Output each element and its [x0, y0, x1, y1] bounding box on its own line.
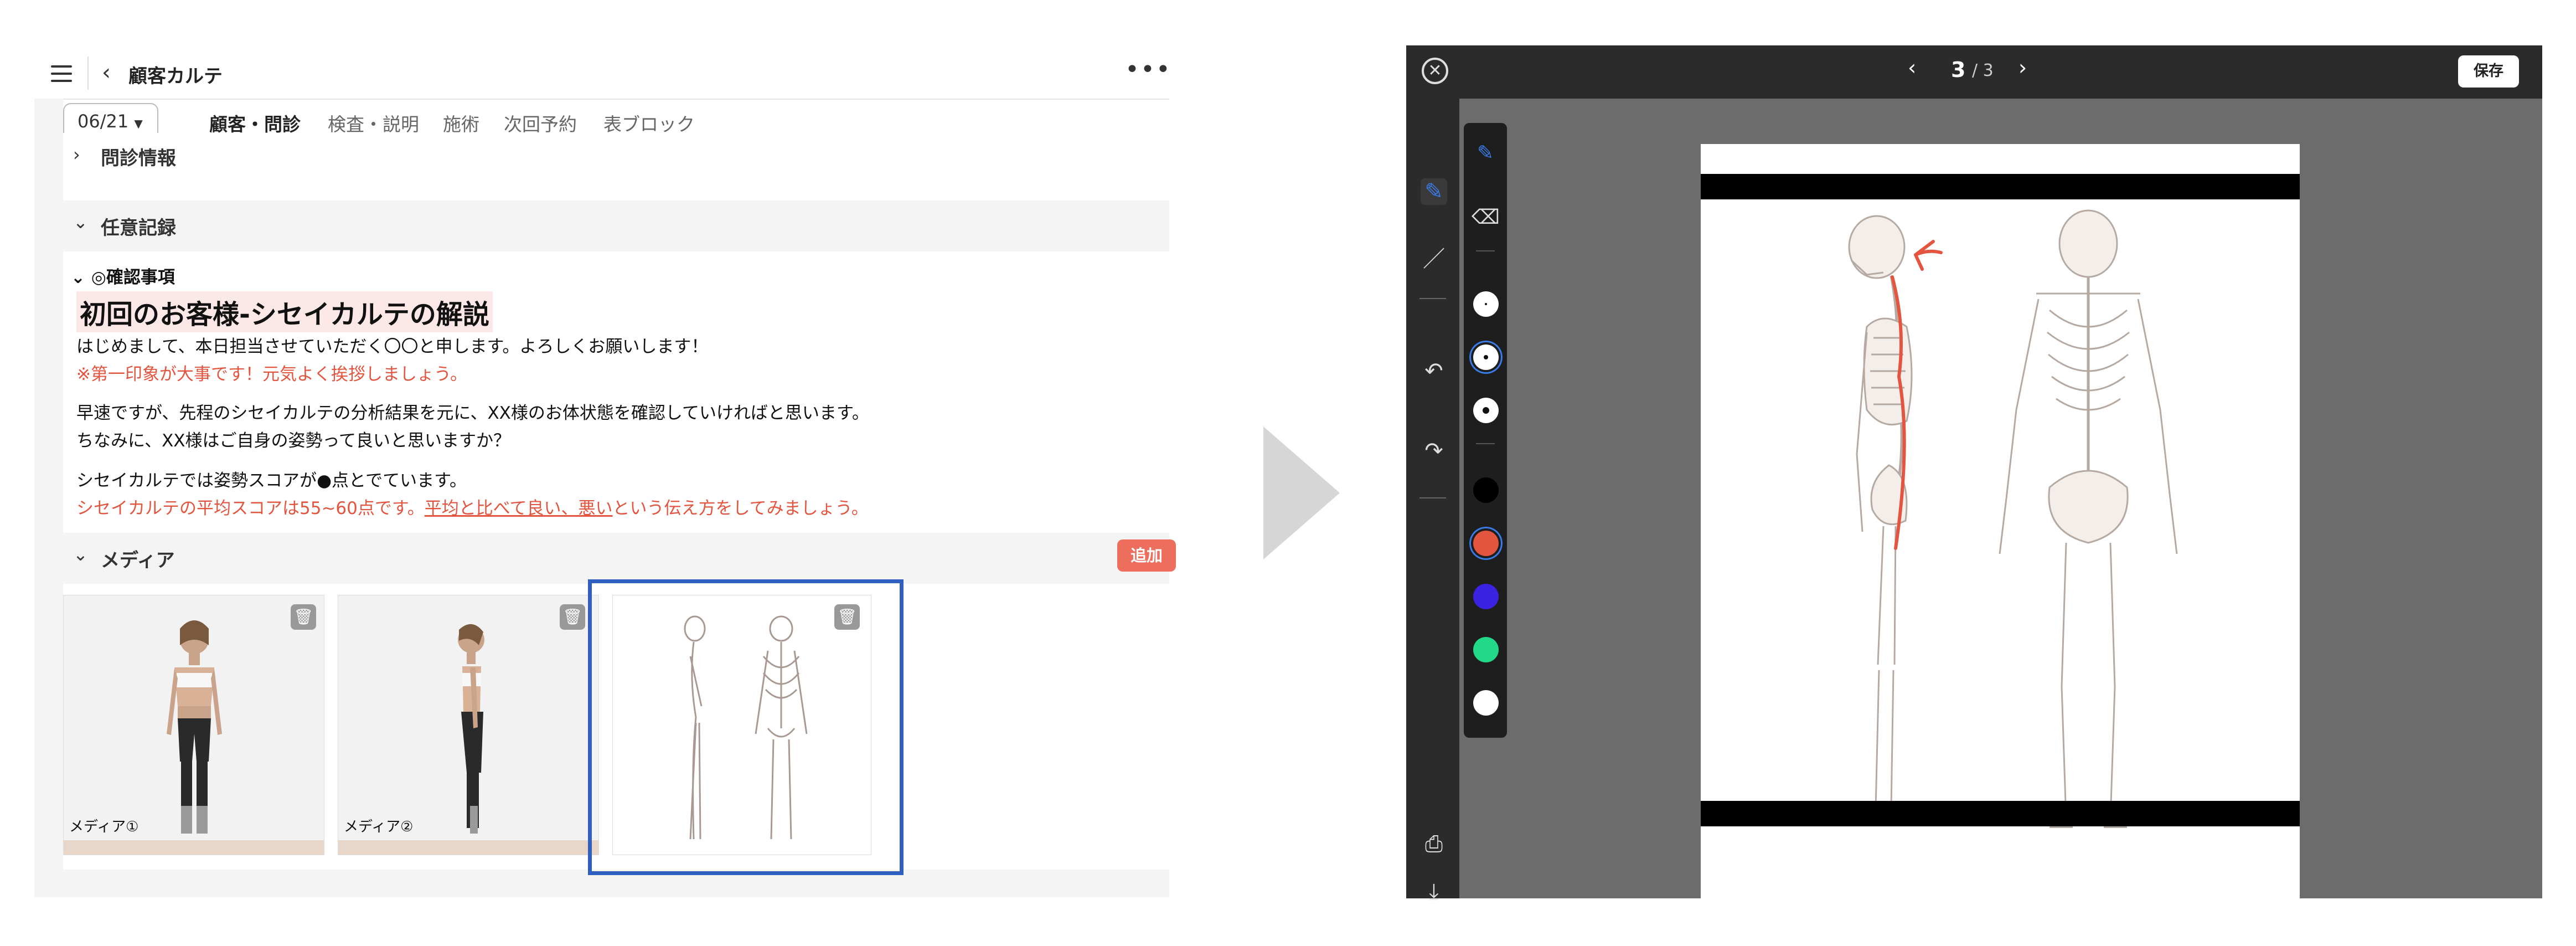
customer-chart-screen: ‹ 顧客カルテ ••• 06/21 ▼ 顧客・問診 検査・説明 施術 次回予約 … — [34, 50, 1176, 897]
floor-strip — [338, 840, 598, 855]
media-thumb-1[interactable]: 🗑 メディア① — [63, 595, 324, 855]
media-label-2: メディア② — [344, 819, 414, 835]
transition-arrow-icon — [1263, 426, 1340, 559]
script-line-3: 早速ですが、先程のシセイカルテの分析結果を元に、XX様のお体状態を確認していけれ… — [76, 403, 869, 423]
tab-treatment[interactable]: 施術 — [443, 110, 479, 136]
media-label-1: メディア① — [69, 819, 139, 835]
script-line-2: ※第一印象が大事です！元気よく挨拶しましょう。 — [76, 364, 468, 384]
trash-icon[interactable]: 🗑 — [560, 604, 585, 630]
trash-icon[interactable]: 🗑 — [291, 604, 316, 630]
chevron-down-icon: ⌄ — [71, 268, 91, 287]
script-line-5: シセイカルテでは姿勢スコアが●点とでています。 — [76, 471, 467, 491]
pen-tool-icon[interactable]: ✎ — [1421, 178, 1447, 205]
more-icon[interactable]: ••• — [1125, 55, 1171, 84]
chevron-down-icon: ⌄ — [73, 212, 88, 233]
eraser-icon[interactable]: ⌫ — [1472, 204, 1500, 232]
color-blue[interactable] — [1473, 584, 1499, 609]
chevron-left-icon[interactable]: ‹ — [102, 60, 111, 85]
color-green[interactable] — [1473, 637, 1499, 662]
redo-icon[interactable]: ↷ — [1421, 438, 1447, 464]
next-page-icon[interactable]: › — [2019, 55, 2027, 80]
section-interview-label: 問診情報 — [101, 147, 176, 169]
script-line-1: はじめまして、本日担当させていただく〇〇と申します。よろしくお願いします！ — [76, 337, 709, 357]
tab-next-appointment[interactable]: 次回予約 — [504, 110, 577, 136]
page-current: 3 — [1951, 58, 1966, 82]
confirm-items-label: ◎確認事項 — [91, 268, 175, 287]
chevron-down-icon: ⌄ — [73, 544, 88, 565]
print-icon[interactable]: ⎙ — [1421, 831, 1447, 857]
viewer-toolbar: ✕ ‹ 3 / 3 › 保存 — [1406, 45, 2542, 99]
color-white[interactable] — [1473, 690, 1499, 716]
chevron-right-icon: › — [73, 144, 80, 165]
script-headline: 初回のお客様-シセイカルテの解説 — [76, 291, 493, 332]
toolbar-divider — [1419, 497, 1446, 498]
section-optional-label: 任意記録 — [101, 217, 176, 239]
selected-media-highlight — [588, 579, 904, 875]
header-divider — [87, 56, 89, 90]
prev-page-icon[interactable]: ‹ — [1908, 55, 1916, 80]
page-title: 顧客カルテ — [128, 65, 223, 88]
color-black[interactable] — [1473, 477, 1499, 503]
tool-sidebar: ✎ ／ ↶ ↷ ⎙ ⤓ — [1406, 99, 1459, 904]
media-editor-viewer: ✕ ‹ 3 / 3 › 保存 ✎ ／ ↶ ↷ ⎙ ⤓ ✎ ⌫ — [1406, 45, 2542, 944]
color-red[interactable] — [1473, 531, 1499, 556]
hamburger-icon[interactable] — [51, 65, 72, 82]
undo-icon[interactable]: ↶ — [1421, 358, 1447, 384]
palette-divider — [1476, 443, 1495, 444]
tab-table-block[interactable]: 表ブロック — [603, 110, 695, 136]
pencil-icon[interactable]: ✎ — [1472, 140, 1499, 167]
download-icon[interactable]: ⤓ — [1421, 878, 1447, 905]
section-interview[interactable]: › 問診情報 — [63, 133, 1169, 172]
page-total: / 3 — [1972, 61, 1994, 80]
floor-strip — [64, 840, 324, 855]
close-icon[interactable]: ✕ — [1422, 58, 1448, 84]
section-media-label: メディア — [101, 549, 175, 572]
palette-divider — [1476, 250, 1495, 251]
tab-customer-interview[interactable]: 顧客・問診 — [209, 110, 301, 136]
stroke-size-medium[interactable] — [1473, 345, 1499, 370]
confirm-items-toggle[interactable]: ⌄ ◎確認事項 — [71, 263, 175, 288]
section-optional-record[interactable]: ⌄ 任意記録 — [63, 200, 1169, 251]
app-header: ‹ 顧客カルテ ••• — [34, 50, 1171, 99]
media-thumb-2[interactable]: 🗑 メディア② — [338, 595, 599, 855]
stroke-size-large[interactable] — [1473, 398, 1499, 423]
line-tool-icon[interactable]: ／ — [1421, 246, 1447, 273]
script-line-6: シセイカルテの平均スコアは55~60点です。平均と比べて良い、悪いという伝え方を… — [76, 498, 869, 518]
stroke-size-small[interactable] — [1473, 291, 1499, 317]
toolbar-divider — [1419, 298, 1446, 299]
script-line-4: ちなみに、XX様はご自身の姿勢って良いと思いますか？ — [76, 431, 510, 451]
page-letterbox-top — [1701, 174, 2300, 199]
section-media[interactable]: ⌄ メディア 追加 — [63, 533, 1176, 584]
drawing-palette: ✎ ⌫ — [1464, 123, 1507, 738]
save-button[interactable]: 保存 — [2458, 55, 2519, 88]
add-media-button[interactable]: 追加 — [1117, 539, 1176, 572]
tab-exam-explanation[interactable]: 検査・説明 — [328, 110, 419, 136]
page-letterbox-bottom — [1701, 801, 2300, 826]
